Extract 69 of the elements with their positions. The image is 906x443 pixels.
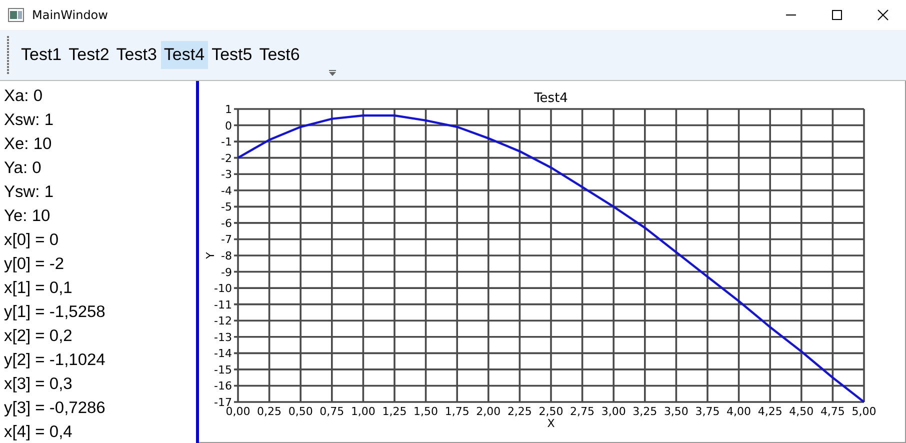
maximize-icon[interactable]	[831, 9, 843, 21]
x-tick-label: 3,25	[632, 405, 658, 418]
y-tick-label: -7	[221, 233, 232, 246]
variable-text: Ye: 10	[4, 206, 52, 227]
variable-text: x[2] = 0,2	[4, 326, 74, 347]
variable-text: Xe: 10	[4, 134, 53, 155]
tab[interactable]: Test4	[160, 41, 208, 69]
close-icon[interactable]	[877, 9, 889, 21]
y-tick-label: -4	[221, 184, 232, 198]
y-tick-label: -11	[214, 298, 232, 312]
x-tick-label: 0,50	[288, 405, 313, 418]
variable-text: x[3] = 0,3	[4, 374, 74, 395]
y-tick-label: -9	[221, 266, 232, 279]
x-tick-label: 2,25	[507, 405, 532, 418]
variable-text: x[1] = 0,1	[4, 278, 74, 299]
y-tick-label: -3	[221, 168, 232, 182]
y-tick-label: -1	[221, 136, 232, 149]
y-tick-label: -10	[214, 282, 232, 296]
y-axis-label: Y	[204, 252, 217, 259]
variable-text: y[1] = -1,5258	[4, 302, 106, 323]
x-tick-label: 1,50	[414, 405, 438, 418]
variable-text: x[4] = 0,4	[4, 422, 74, 443]
y-tick-label: -13	[214, 330, 232, 344]
x-tick-label: 0,25	[257, 405, 282, 418]
variable-text: Ya: 0	[4, 158, 42, 179]
variable-text: Xsw: 1	[4, 110, 55, 131]
tab[interactable]: Test2	[66, 41, 112, 69]
x-axis-label: X	[547, 417, 555, 430]
y-tick-label: -6	[221, 216, 232, 230]
y-tick-label: -15	[214, 363, 232, 376]
overflow-icon[interactable]	[329, 70, 336, 76]
x-tick-label: 4,00	[726, 405, 752, 418]
variable-text: x[0] = 0	[4, 230, 60, 251]
tab[interactable]: Test6	[256, 41, 303, 69]
y-tick-label: -14	[214, 347, 232, 360]
y-tick-label: -2	[221, 152, 232, 165]
y-tick-label: -8	[221, 250, 232, 262]
x-tick-label: 1,25	[382, 405, 407, 418]
x-tick-label: 0,75	[320, 405, 344, 418]
x-tick-label: 1,75	[444, 405, 470, 418]
y-tick-label: -5	[221, 200, 232, 214]
y-tick-label: -16	[214, 380, 232, 393]
x-tick-label: 4,50	[789, 405, 814, 418]
x-tick-label: 4,25	[758, 405, 782, 418]
variable-text: Xa: 0	[4, 86, 44, 107]
variable-text: y[2] = -1,1024	[4, 350, 106, 371]
x-tick-label: 3,50	[664, 405, 688, 418]
tab[interactable]: Test3	[113, 41, 160, 69]
x-tick-label: 3,00	[601, 405, 626, 418]
x-tick-label: 2,75	[570, 405, 595, 418]
x-tick-label: 4,75	[820, 405, 845, 418]
y-tick-label: 0	[225, 119, 232, 132]
tab[interactable]: Test1	[18, 41, 65, 69]
y-tick-label: 1	[225, 103, 232, 116]
tab[interactable]: Test5	[208, 41, 256, 69]
x-tick-label: 3,75	[695, 405, 720, 418]
variable-text: y[0] = -2	[4, 254, 66, 275]
window-title: MainWindow	[32, 8, 108, 22]
variable-text: Ysw: 1	[4, 182, 55, 203]
grip-icon[interactable]	[7, 36, 10, 74]
chart-title: Test4	[534, 91, 568, 106]
x-tick-label: 1,00	[350, 405, 376, 418]
x-tick-label: 5,00	[852, 405, 876, 418]
x-tick-label: 2,50	[538, 405, 564, 418]
variable-text: y[3] = -0,7286	[4, 398, 106, 419]
x-tick-label: 0,00	[226, 405, 250, 418]
y-tick-label: -12	[214, 314, 232, 328]
app-icon	[8, 8, 24, 22]
x-tick-label: 2,00	[476, 405, 501, 418]
